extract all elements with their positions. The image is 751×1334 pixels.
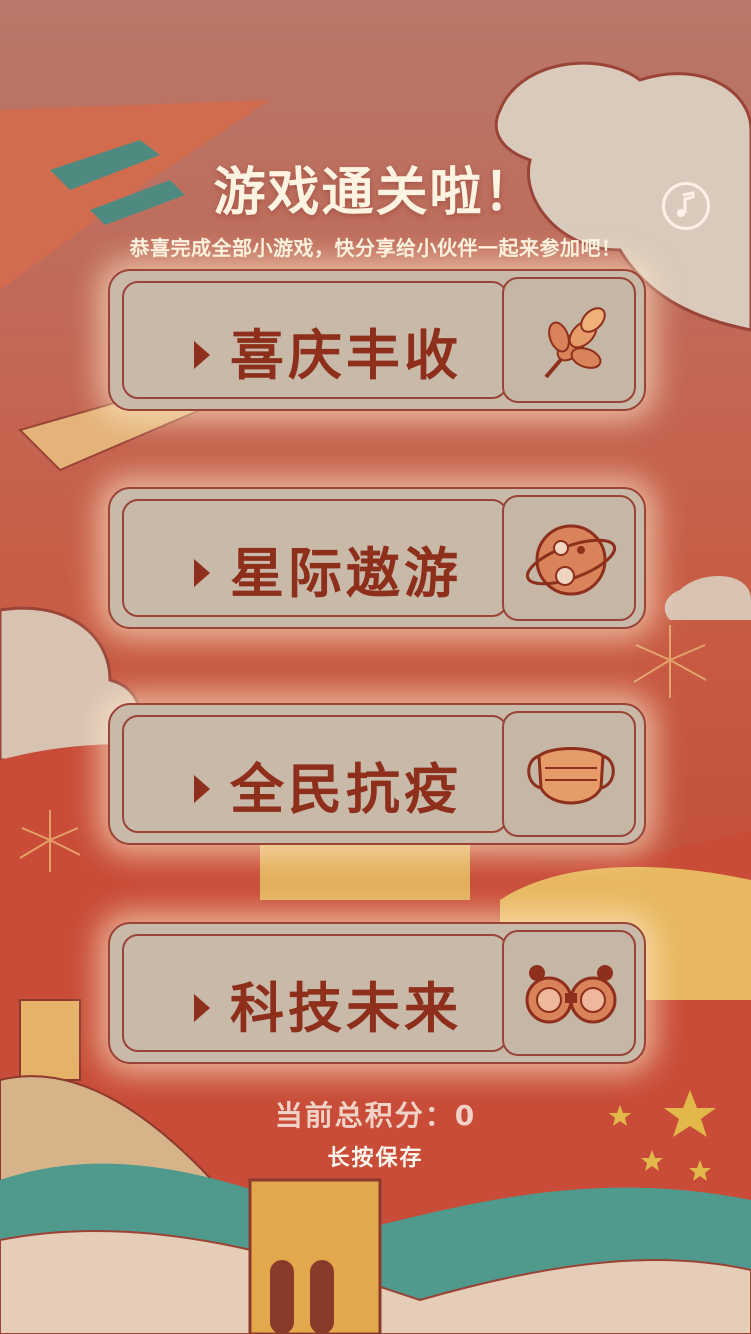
page-title: 游戏通关啦！ [213, 163, 538, 223]
game-button-technology[interactable]: 科技未来 [108, 922, 646, 1064]
game-icon-box [502, 495, 636, 621]
game-button-epidemic[interactable]: 全民抗疫 [108, 703, 646, 845]
music-toggle-button[interactable] [662, 182, 710, 230]
total-score-text: 当前总积分：0 [274, 1099, 477, 1132]
vr-goggles-icon [525, 965, 617, 1024]
game-button-panel: 星际遨游 [122, 499, 508, 617]
page-subtitle: 恭喜完成全部小游戏，快分享给小伙伴一起来参加吧！ [129, 236, 622, 260]
game-button-space[interactable]: 星际遨游 [108, 487, 646, 629]
game-button-harvest[interactable]: 喜庆丰收 [108, 269, 646, 411]
game-button-panel: 科技未来 [122, 934, 508, 1052]
music-note-icon [677, 191, 695, 217]
play-arrow-icon [194, 775, 210, 803]
mask-icon [527, 747, 615, 805]
game-icon-box [502, 711, 636, 837]
game-label: 全民抗疫 [230, 758, 462, 821]
game-icon-box [502, 277, 636, 403]
game-icon-box [502, 930, 636, 1056]
planet-icon [525, 524, 617, 596]
long-press-save-text[interactable]: 长按保存 [0, 1140, 751, 1172]
game-button-panel: 喜庆丰收 [122, 281, 508, 399]
game-label: 星际遨游 [230, 542, 462, 605]
game-button-panel: 全民抗疫 [122, 715, 508, 833]
game-label: 喜庆丰收 [230, 324, 462, 387]
play-arrow-icon [194, 994, 210, 1022]
play-arrow-icon [194, 341, 210, 369]
play-arrow-icon [194, 559, 210, 587]
wheat-icon [544, 307, 606, 379]
game-label: 科技未来 [230, 977, 462, 1040]
